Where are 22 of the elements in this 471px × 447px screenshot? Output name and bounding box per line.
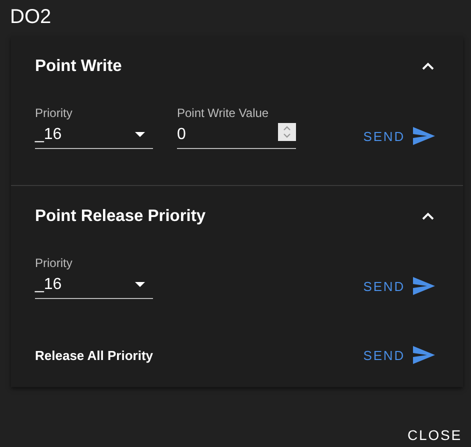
chevron-up-icon[interactable] (422, 62, 434, 70)
spinner-icon[interactable] (278, 122, 296, 140)
value-input-field[interactable]: 0 (177, 126, 278, 144)
send-button[interactable]: SEND (355, 342, 435, 368)
field-label: Point Write Value (177, 105, 270, 121)
caret-icon (135, 282, 145, 287)
caret-icon (135, 132, 145, 137)
send-icon (413, 277, 435, 295)
chevron-up-icon[interactable] (422, 212, 434, 220)
priority-dropdown[interactable]: _16 (35, 121, 153, 149)
row-label: Release All Priority (35, 348, 154, 362)
send-icon (413, 127, 435, 145)
send-button[interactable]: SEND (355, 273, 435, 299)
send-button[interactable]: SEND (355, 123, 435, 149)
field-label: Priority (35, 105, 74, 121)
priority-dropdown[interactable]: _16 (35, 271, 153, 299)
close-button[interactable]: CLOSE (408, 423, 462, 447)
field-label: Priority (35, 255, 74, 271)
section-title: Point Write (35, 56, 122, 76)
send-icon (413, 346, 435, 364)
section-title: Point Release Priority (35, 206, 206, 226)
dialog-title: DO2 (9, 5, 52, 30)
